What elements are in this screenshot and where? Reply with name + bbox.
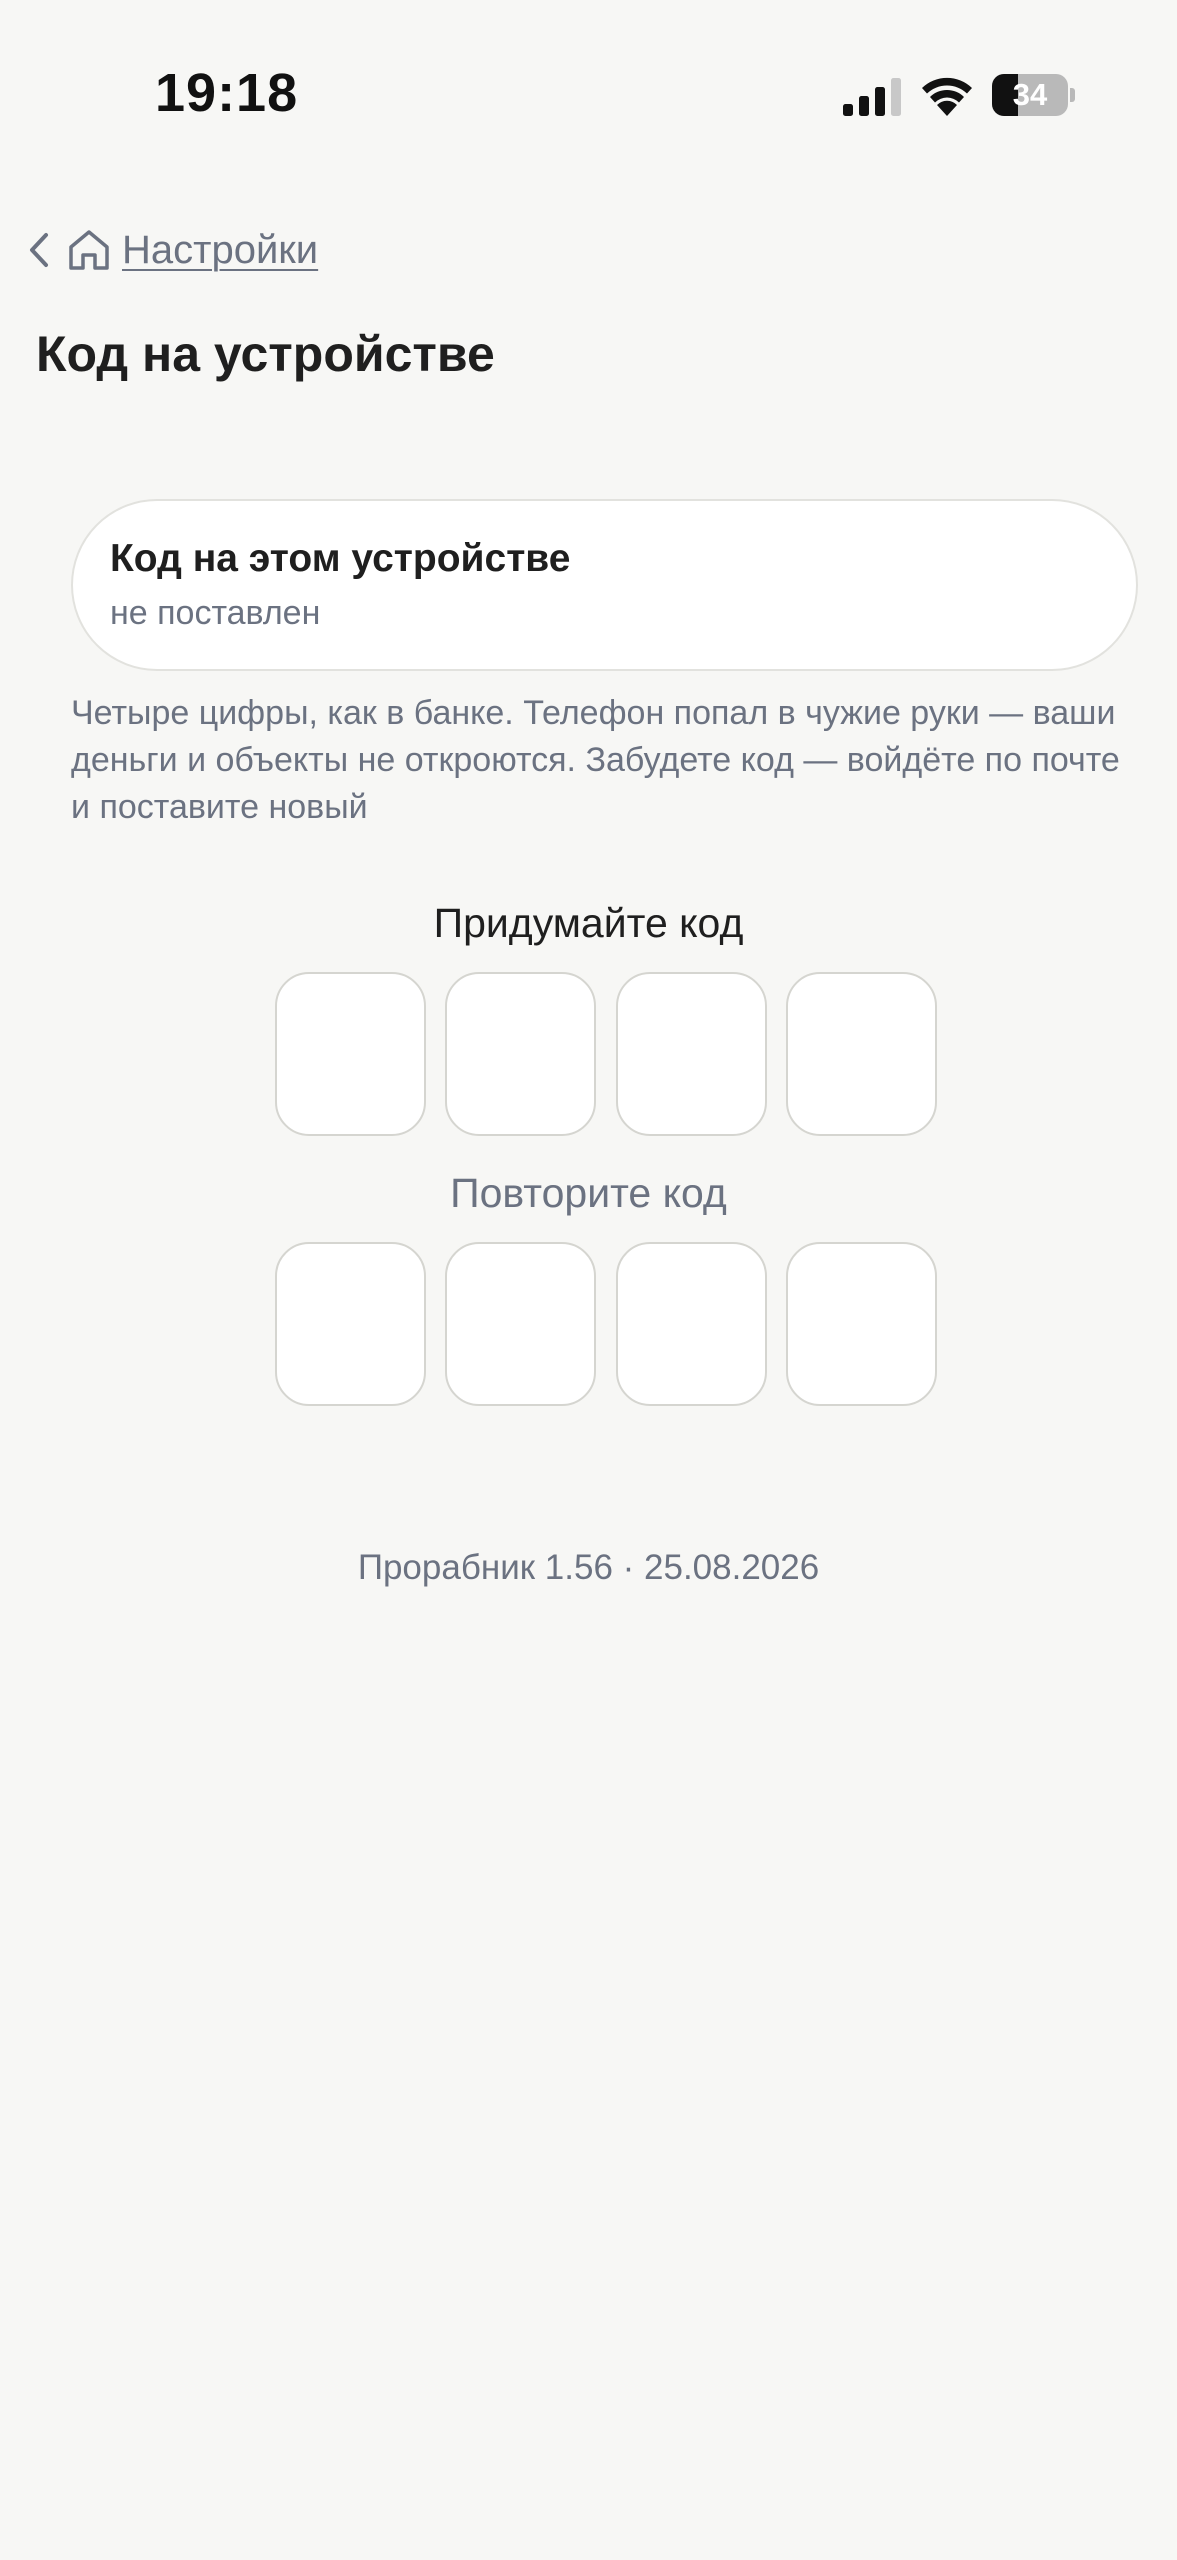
app-version: Прорабник 1.56 · 25.08.2026 [357,1548,820,1587]
home-icon[interactable] [66,227,112,273]
battery-icon: 34 [992,74,1075,116]
create-code-label: Придумайте код [433,900,744,946]
code-digit-3[interactable] [615,972,767,1136]
create-code-row [275,972,937,1136]
page-title: Код на устройстве [36,326,495,382]
status-time: 19:18 [155,63,299,123]
repeat-digit-1[interactable] [275,1242,426,1406]
breadcrumb-settings-link[interactable]: Настройки [122,228,318,273]
repeat-digit-2[interactable] [445,1242,597,1406]
chevron-left-icon[interactable] [26,230,52,270]
status-bar: 19:18 34 [0,0,1177,190]
code-digit-2[interactable] [445,972,597,1136]
breadcrumb-back-link[interactable]: Настройки [26,222,318,278]
battery-body: 34 [992,74,1068,116]
signal-icon [843,78,901,116]
repeat-digit-4[interactable] [785,1242,937,1406]
repeat-code-label: Повторите код [450,1170,727,1216]
card-title: Код на этом устройстве [110,537,571,580]
device-code-card[interactable]: Код на этом устройстве не поставлен [71,499,1138,671]
card-status-text: не поставлен [110,594,321,632]
repeat-code-row [275,1242,937,1406]
code-digit-4[interactable] [785,972,937,1136]
battery-cap [1070,88,1075,102]
repeat-digit-3[interactable] [615,1242,767,1406]
battery-level: 34 [1012,77,1048,112]
code-description: Четыре цифры, как в банке. Телефон попал… [71,694,1120,826]
code-digit-1[interactable] [275,972,426,1136]
wifi-icon [922,77,972,116]
